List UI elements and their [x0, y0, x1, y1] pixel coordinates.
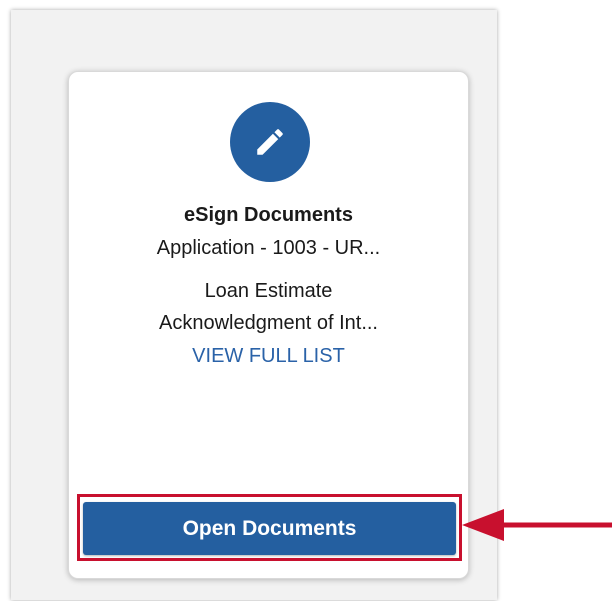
edit-icon-badge — [230, 102, 310, 182]
view-full-list-link[interactable]: VIEW FULL LIST — [69, 344, 468, 368]
pencil-icon — [257, 129, 283, 155]
arrow-left-icon — [462, 509, 612, 541]
screenshot-panel: eSign Documents Application - 1003 - UR.… — [11, 10, 497, 600]
document-item: Acknowledgment of Int... — [158, 312, 378, 334]
document-list: Loan Estimate Acknowledgment of Int... — [69, 275, 468, 339]
document-item: Loan Estimate — [204, 280, 333, 302]
arrow-head — [462, 509, 504, 541]
card-title: eSign Documents — [184, 204, 353, 226]
card-subtitle: Application - 1003 - UR... — [156, 237, 381, 259]
open-documents-button[interactable]: Open Documents — [83, 502, 456, 555]
esign-documents-card: eSign Documents Application - 1003 - UR.… — [68, 71, 469, 579]
